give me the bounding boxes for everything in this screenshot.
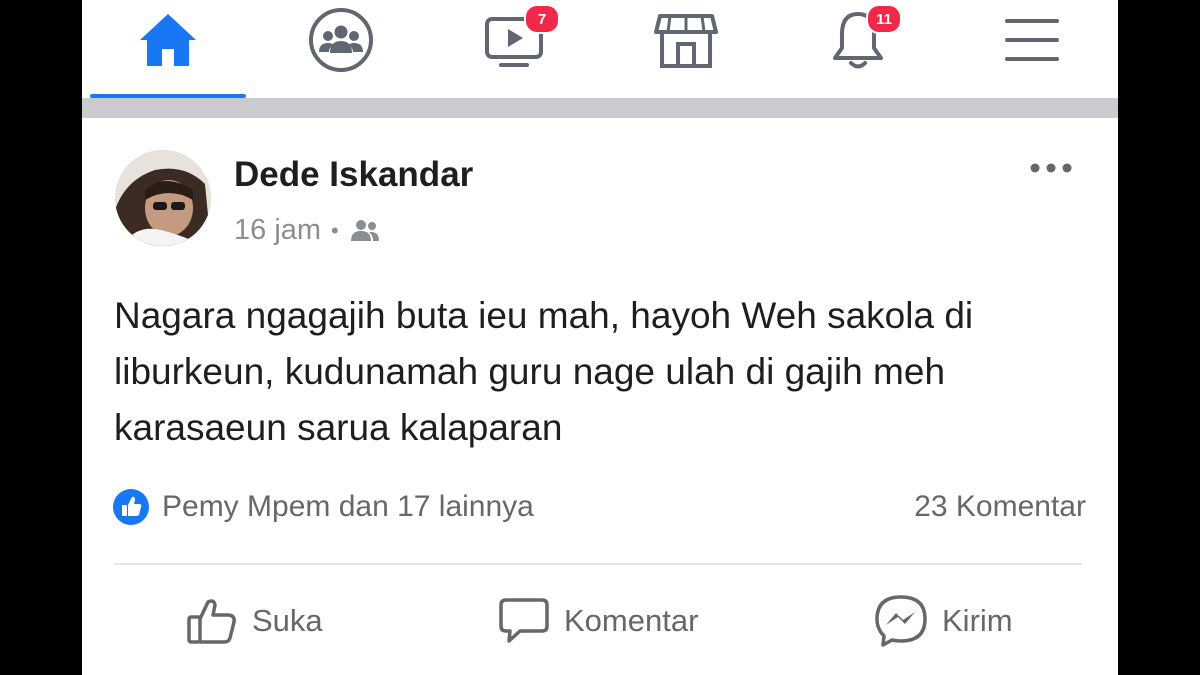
send-label: Kirim bbox=[942, 603, 1013, 638]
nav-home[interactable] bbox=[128, 6, 208, 74]
nav-marketplace[interactable] bbox=[646, 6, 726, 74]
avatar[interactable] bbox=[115, 150, 211, 246]
like-button[interactable]: Suka bbox=[186, 592, 323, 650]
nav-notifications[interactable]: 11 bbox=[818, 4, 902, 74]
watch-badge: 7 bbox=[524, 4, 560, 34]
reactions-text: Pemy Mpem dan 17 lainnya bbox=[162, 490, 534, 523]
post-time[interactable]: 16 jam bbox=[234, 214, 321, 247]
menu-icon bbox=[1005, 19, 1059, 61]
comment-button[interactable]: Komentar bbox=[498, 592, 698, 650]
more-icon bbox=[1030, 163, 1072, 173]
comments-count[interactable]: 23 Komentar bbox=[914, 490, 1086, 524]
nav-watch[interactable]: 7 bbox=[474, 4, 560, 74]
send-button[interactable]: Kirim bbox=[874, 592, 1013, 650]
friends-icon bbox=[350, 219, 379, 241]
meta-separator: • bbox=[331, 217, 339, 243]
nav-groups[interactable] bbox=[301, 6, 381, 74]
reactions-summary[interactable]: Pemy Mpem dan 17 lainnya bbox=[112, 488, 534, 526]
marketplace-icon bbox=[654, 14, 718, 68]
nav-menu[interactable] bbox=[992, 6, 1072, 74]
phone-screen: 7 11 Dede Iskandar 16 jam • Nagara ngaga… bbox=[82, 0, 1118, 675]
like-label: Suka bbox=[252, 603, 323, 638]
groups-icon bbox=[309, 8, 373, 72]
post-author[interactable]: Dede Iskandar bbox=[234, 155, 473, 195]
post-text: Nagara ngagajih buta ieu mah, hayoh Weh … bbox=[114, 295, 974, 448]
home-icon bbox=[140, 14, 196, 66]
top-navigation: 7 11 bbox=[82, 0, 1118, 100]
comment-icon bbox=[499, 598, 549, 643]
feed-divider bbox=[82, 98, 1118, 118]
messenger-icon bbox=[875, 595, 927, 647]
thumbs-up-icon bbox=[187, 599, 236, 644]
notifications-badge: 11 bbox=[866, 4, 902, 34]
avatar-photo bbox=[115, 150, 211, 246]
actions-separator bbox=[114, 563, 1082, 565]
post-options-button[interactable] bbox=[1028, 150, 1074, 186]
comment-label: Komentar bbox=[564, 603, 699, 638]
like-reaction-icon bbox=[113, 489, 149, 525]
post-meta: 16 jam • bbox=[234, 214, 381, 247]
